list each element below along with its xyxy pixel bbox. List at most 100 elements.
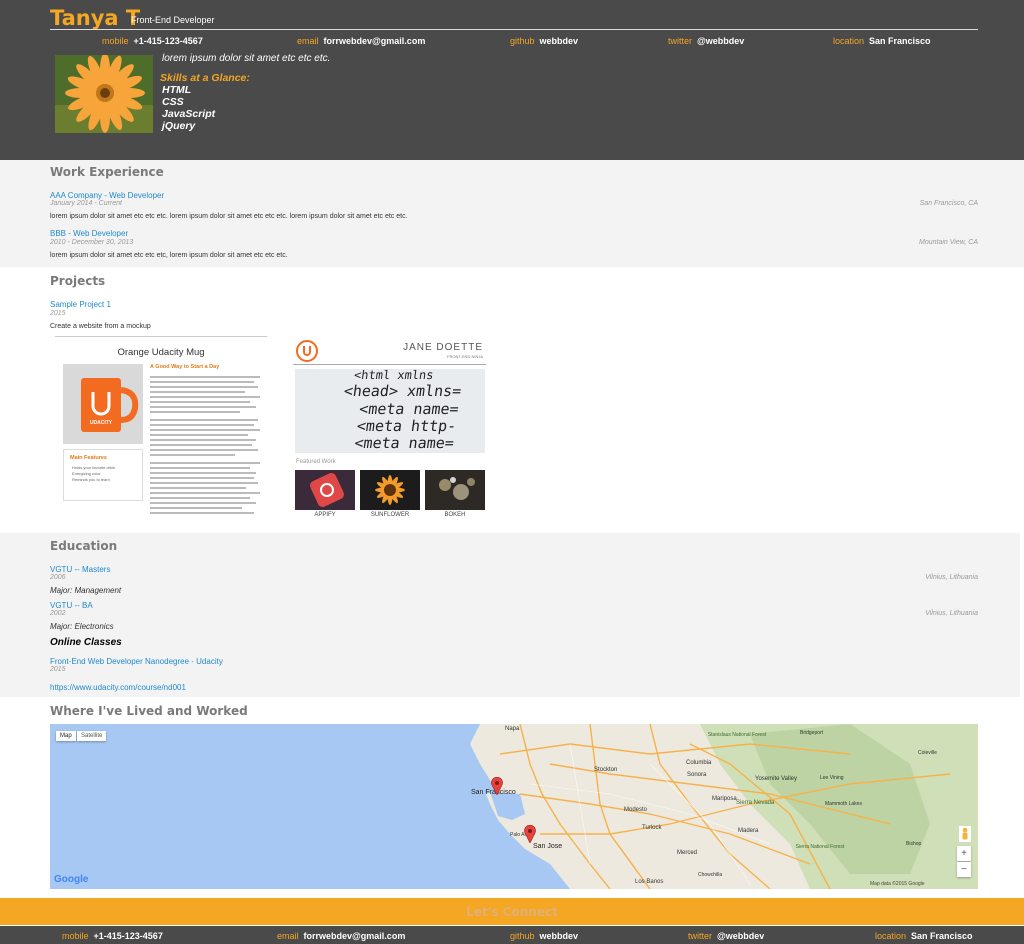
logo-icon bbox=[296, 340, 318, 362]
mug-subtitle: A Good Way to Start a Day bbox=[150, 364, 220, 370]
featured-heading: Featured Work bbox=[296, 459, 336, 465]
map-label: San Jose bbox=[533, 843, 563, 850]
contact-github[interactable]: github webbdev bbox=[510, 36, 578, 46]
contact-mobile[interactable]: mobile +1-415-123-4567 bbox=[102, 36, 203, 46]
map-label: Yosemite Valley bbox=[755, 776, 798, 782]
footer-contact-twitter[interactable]: twitter @webbdev bbox=[688, 931, 764, 941]
contact-twitter[interactable]: twitter @webbdev bbox=[668, 36, 744, 46]
work-thumb-appify[interactable] bbox=[295, 470, 355, 510]
svg-text:<meta name=: <meta name= bbox=[353, 434, 455, 452]
google-logo: Google bbox=[54, 874, 89, 885]
work-caption: SUNFLOWER bbox=[370, 512, 410, 518]
features-box: Main Features Holds your favorite drink … bbox=[63, 449, 143, 501]
map-attribution: Map data ©2015 Google bbox=[870, 881, 925, 887]
school-link[interactable]: VGTU -- Masters bbox=[50, 565, 110, 574]
school-dates: 2002 bbox=[50, 610, 66, 617]
school-location: Vilnius, Lithuania bbox=[925, 610, 978, 617]
svg-text:<meta http-: <meta http- bbox=[356, 417, 458, 435]
portfolio-tagline: FRONT-END NINJA bbox=[447, 354, 483, 359]
svg-text:<meta name=: <meta name= bbox=[358, 400, 460, 418]
map-label: Sierra National Forest bbox=[795, 844, 845, 850]
skill-item: CSS bbox=[162, 96, 184, 108]
footer-contact-mobile[interactable]: mobile +1-415-123-4567 bbox=[62, 931, 163, 941]
map-label: Napa bbox=[505, 726, 520, 732]
skills-heading: Skills at a Glance: bbox=[160, 72, 250, 84]
portfolio-name: JANE DOETTE bbox=[403, 342, 483, 353]
map-label: Stanislaus National Forest bbox=[707, 732, 767, 738]
school-major: Major: Electronics bbox=[50, 622, 114, 631]
school-location: Vilnius, Lithuania bbox=[925, 574, 978, 581]
contact-email[interactable]: email forrwebdev@gmail.com bbox=[297, 36, 425, 46]
map-label: Sonora bbox=[687, 772, 707, 778]
project-image-portfolio: JANE DOETTE FRONT-END NINJA <html xmlns … bbox=[293, 336, 486, 528]
map-marker-palo-alto[interactable] bbox=[524, 824, 536, 848]
online-classes-heading: Online Classes bbox=[50, 637, 122, 648]
pegman-icon[interactable] bbox=[959, 826, 971, 842]
map-canvas[interactable]: Map Satellite Napa Stockton San Francisc… bbox=[50, 724, 978, 889]
school-dates: 2006 bbox=[50, 574, 66, 581]
job-location: Mountain View, CA bbox=[918, 239, 978, 246]
online-class-url[interactable]: https://www.udacity.com/course/nd001 bbox=[50, 683, 186, 692]
welcome-message: lorem ipsum dolor sit amet etc etc etc. bbox=[162, 53, 331, 64]
skill-item: JavaScript bbox=[162, 108, 216, 120]
project-image-mug: Orange Udacity Mug UDACITY A Good Way to… bbox=[50, 336, 272, 528]
map-label: Chowchilla bbox=[698, 872, 723, 878]
features-title: Main Features bbox=[70, 455, 107, 461]
map-label: Merced bbox=[677, 850, 698, 856]
feature-item: Reminds you to learn bbox=[72, 477, 110, 482]
work-heading: Work Experience bbox=[50, 165, 164, 179]
divider bbox=[55, 336, 267, 337]
footer-contact-email[interactable]: email forrwebdev@gmail.com bbox=[277, 931, 405, 941]
job-description: lorem ipsum dolor sit amet etc etc etc. … bbox=[50, 213, 408, 220]
work-thumb-bokeh[interactable] bbox=[425, 470, 485, 510]
footer-contact-github[interactable]: github webbdev bbox=[510, 931, 578, 941]
projects-heading: Projects bbox=[50, 274, 106, 288]
map-label: Coleville bbox=[918, 750, 937, 756]
map-type-map-tab[interactable]: Map bbox=[56, 731, 76, 741]
mug-body-text bbox=[150, 376, 262, 526]
map-marker-san-francisco[interactable] bbox=[491, 776, 503, 800]
job-title-link[interactable]: AAA Company - Web Developer bbox=[50, 191, 164, 200]
mug-brand: UDACITY bbox=[89, 420, 113, 426]
map-label: Columbia bbox=[686, 760, 712, 766]
page-title: Tanya T bbox=[50, 6, 141, 30]
education-heading: Education bbox=[50, 539, 118, 553]
project-dates: 2015 bbox=[50, 310, 66, 317]
mug-title: Orange Udacity Mug bbox=[117, 347, 205, 358]
mug-image: UDACITY bbox=[63, 364, 143, 444]
map-label: Modesto bbox=[624, 807, 648, 813]
work-caption: APPIFY bbox=[314, 512, 336, 518]
job-title-link[interactable]: BBB - Web Developer bbox=[50, 229, 128, 238]
job-description: lorem ipsum dolor sit amet etc etc etc, … bbox=[50, 252, 288, 259]
zoom-out-button[interactable]: − bbox=[957, 862, 971, 877]
map-label: Mariposa bbox=[712, 796, 737, 802]
map-label: Bridgeport bbox=[800, 730, 824, 736]
job-dates: 2010 - December 30, 2013 bbox=[50, 239, 134, 246]
map-label: Turlock bbox=[642, 825, 662, 831]
skill-item: jQuery bbox=[162, 120, 196, 132]
contact-location: location San Francisco bbox=[833, 36, 931, 46]
header-divider bbox=[50, 29, 978, 30]
school-link[interactable]: VGTU -- BA bbox=[50, 601, 93, 610]
role-subtitle: Front-End Developer bbox=[131, 15, 215, 25]
zoom-in-button[interactable]: + bbox=[957, 846, 971, 861]
hero-code-image: <html xmlns <head> xmlns= <meta name= <m… bbox=[295, 369, 485, 453]
map-label: Los Banos bbox=[635, 879, 664, 885]
svg-text:<html xmlns: <html xmlns bbox=[353, 369, 434, 382]
svg-text:<head> xmlns=: <head> xmlns= bbox=[343, 382, 463, 400]
map-label: Lee Vining bbox=[820, 775, 844, 781]
map-label: Sierra Nevada bbox=[736, 800, 775, 806]
work-thumb-sunflower[interactable] bbox=[360, 470, 420, 510]
map-label: Mammoth Lakes bbox=[825, 801, 862, 807]
map-type-satellite-tab[interactable]: Satellite bbox=[77, 731, 107, 741]
map-label: Bishop bbox=[906, 841, 922, 847]
project-description: Create a website from a mockup bbox=[50, 323, 151, 330]
project-title-link[interactable]: Sample Project 1 bbox=[50, 300, 111, 309]
connect-heading: Let's Connect bbox=[466, 905, 558, 919]
job-dates: January 2014 - Current bbox=[50, 200, 122, 207]
map-label: Stockton bbox=[594, 767, 618, 773]
profile-photo bbox=[55, 55, 153, 133]
map-heading: Where I've Lived and Worked bbox=[50, 704, 248, 718]
skill-item: HTML bbox=[162, 84, 192, 96]
online-class-link[interactable]: Front-End Web Developer Nanodegree - Uda… bbox=[50, 657, 223, 666]
